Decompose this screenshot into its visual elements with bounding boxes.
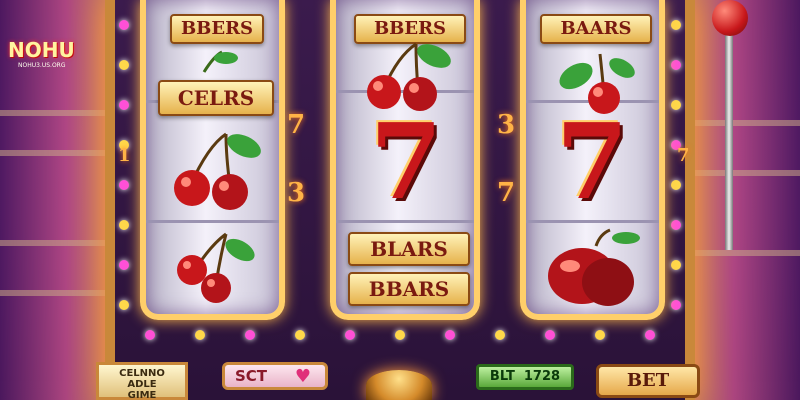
right-light-stripe — [680, 120, 800, 126]
light-bulb — [119, 60, 129, 70]
spin-button[interactable] — [366, 370, 432, 400]
light-bulb — [345, 330, 355, 340]
cherry-icon — [177, 232, 255, 303]
slot-machine-scene: NOHU NOHU3.US.ORG 7 3 3 7 1 7 BBERS CELR… — [0, 0, 800, 400]
right-light-stripe — [680, 170, 800, 176]
light-bulb — [495, 330, 505, 340]
light-bulb — [645, 330, 655, 340]
light-bulb — [195, 330, 205, 340]
nohu-logo: NOHU NOHU3.US.ORG — [8, 38, 92, 74]
left-light-stripe — [0, 110, 120, 116]
select-button[interactable]: SCT ♥ — [222, 362, 328, 390]
light-bulb — [245, 330, 255, 340]
heart-icon: ♥ — [294, 366, 311, 387]
light-bulb — [671, 60, 681, 70]
light-bulb — [145, 330, 155, 340]
reel-1-mid-sign: CELRS — [158, 80, 274, 116]
right-glow-panel — [680, 0, 800, 400]
logo-brand: NOHU — [8, 38, 75, 62]
light-bulb — [395, 330, 405, 340]
light-bulb — [545, 330, 555, 340]
select-button-label: SCT — [235, 367, 268, 385]
light-bulb — [671, 260, 681, 270]
payline-number: 1 — [118, 145, 131, 166]
left-light-stripe — [0, 150, 120, 156]
light-bulb — [295, 330, 305, 340]
light-bulb — [119, 100, 129, 110]
left-light-stripe — [0, 290, 120, 296]
payline-number: 7 — [677, 145, 690, 166]
plum-icon — [548, 228, 640, 306]
info-panel: CELNNO ADLE GIME — [96, 362, 188, 400]
cherry-icon — [202, 50, 238, 73]
reel-2-bar-sign-1: BLARS — [348, 232, 470, 266]
bet-button[interactable]: BET — [596, 364, 700, 398]
light-bulb — [445, 330, 455, 340]
reel-1: BBERS CELRS — [140, 0, 285, 320]
seven-symbol: 7 — [370, 100, 443, 223]
light-bulb — [671, 300, 681, 310]
light-bulb — [119, 300, 129, 310]
light-bulb — [671, 100, 681, 110]
light-bulb — [119, 220, 129, 230]
left-light-stripe — [0, 240, 120, 246]
seven-symbol: 7 — [556, 100, 629, 223]
light-bulb — [119, 180, 129, 190]
reel-2-bar-sign-2: BBARS — [348, 272, 470, 306]
reel-2: BBERS 7 BLARS BBARS — [330, 0, 480, 320]
payline-number: 7 — [287, 110, 306, 140]
light-bulb — [671, 220, 681, 230]
reel-3: BAARS 7 — [520, 0, 665, 320]
light-bulb — [595, 330, 605, 340]
light-bulb — [119, 260, 129, 270]
reel-divider — [146, 220, 279, 223]
bet-display: BLT 1728 — [476, 364, 574, 390]
light-bulb — [671, 20, 681, 30]
payline-number: 3 — [287, 178, 306, 208]
right-light-stripe — [680, 250, 800, 256]
lever-rod[interactable] — [725, 20, 733, 250]
payline-number: 3 — [497, 110, 516, 140]
reel-3-top-sign: BAARS — [540, 14, 652, 44]
payline-number: 7 — [497, 178, 516, 208]
lever-knob[interactable] — [712, 0, 748, 36]
logo-domain: NOHU3.US.ORG — [18, 62, 66, 69]
light-bulb — [671, 180, 681, 190]
light-bulb — [119, 20, 129, 30]
reel-1-top-sign: BBERS — [170, 14, 264, 44]
cherry-icon — [174, 132, 261, 210]
